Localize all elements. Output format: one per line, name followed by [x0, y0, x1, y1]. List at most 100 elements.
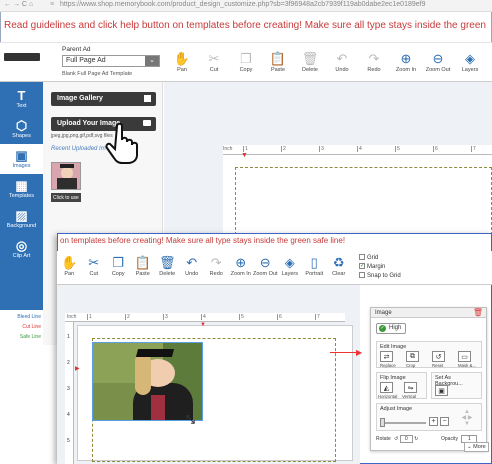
- url-text[interactable]: https://www.shop.memorybook.com/product_…: [60, 1, 426, 8]
- option-snap-to-grid[interactable]: Snap to Grid: [359, 272, 401, 281]
- fg-page-canvas[interactable]: ⤡: [77, 325, 353, 462]
- sidebar-item-label: Images: [12, 163, 31, 169]
- toolbar-label: Zoom Out: [425, 67, 451, 73]
- templates-icon: ▦: [15, 178, 28, 193]
- toolbar-label: Paste: [135, 271, 150, 277]
- toolbar-label: Cut: [209, 67, 219, 73]
- zoom-slider[interactable]: [380, 422, 426, 424]
- image-gallery-button[interactable]: Image Gallery: [51, 92, 156, 106]
- sidebar-item-text[interactable]: T Text: [0, 84, 43, 114]
- upload-icon: [143, 120, 151, 126]
- bg-zoom-in-button[interactable]: ⊕ Zoom In: [390, 51, 422, 73]
- ruler-tick: 2: [125, 314, 130, 320]
- option-margin[interactable]: ✓ Margin: [359, 263, 401, 272]
- fg-delete-button[interactable]: 🗑 Delete: [155, 255, 180, 277]
- fg-undo-button[interactable]: ↶ Undo: [180, 255, 205, 277]
- fg-paste-button[interactable]: 📋 Paste: [131, 255, 156, 277]
- fg-zoom-in-button[interactable]: ⊕ Zoom In: [229, 255, 254, 277]
- ruler-tick: 7: [471, 146, 476, 152]
- zoom-in-icon: ⊕: [400, 51, 412, 66]
- bg-delete-button[interactable]: 🗑 Delete: [294, 51, 326, 73]
- ruler-tick: 1: [87, 314, 92, 320]
- bg-zoom-out-button[interactable]: ⊖ Zoom Out: [422, 51, 454, 73]
- redo-icon: ↷: [368, 51, 380, 66]
- sidebar-item-images[interactable]: ▣ Images: [0, 144, 43, 174]
- check-icon: ✓: [379, 325, 386, 332]
- checkbox[interactable]: ✓: [359, 263, 365, 270]
- zoom-slider-handle[interactable]: [380, 418, 385, 427]
- pan-icon: ✋: [173, 51, 191, 66]
- more-button[interactable]: ⌄ More: [464, 442, 489, 452]
- option-label: Snap to Grid: [367, 273, 401, 279]
- fg-cut-button[interactable]: ✂ Cut: [82, 255, 107, 277]
- trash-icon[interactable]: 🗑: [473, 308, 483, 317]
- fg-layers-button[interactable]: ◈ Layers: [278, 255, 303, 277]
- flip-vertical-button[interactable]: ⇋: [404, 382, 417, 393]
- browser-url-bar[interactable]: ← → C ⌂ ≡ https://www.shop.memorybook.co…: [0, 0, 492, 12]
- bg-pan-button[interactable]: ✋ Pan: [166, 51, 198, 73]
- fg-canvas-area[interactable]: Inch 1 2 3 4 5 6 7 1 2 3 4 5 ⤡ ▼ ▶: [57, 285, 360, 464]
- edit-replace-button[interactable]: ⇄: [380, 351, 393, 362]
- toolbar-label: Portrait: [305, 271, 324, 277]
- checkbox[interactable]: [359, 254, 365, 261]
- sidebar-item-background[interactable]: ▨ Background: [0, 204, 43, 234]
- edit-crop-button[interactable]: ⧉: [406, 351, 419, 362]
- placed-photo[interactable]: [92, 342, 203, 421]
- bg-layers-button[interactable]: ◈ Layers: [454, 51, 486, 73]
- sidebar-item-shapes[interactable]: ⬡ Shapes: [0, 114, 43, 144]
- fg-top-ruler: Inch 1 2 3 4 5 6 7: [65, 313, 345, 322]
- bg-copy-button[interactable]: ❐ Copy: [230, 51, 262, 73]
- fg-pan-button[interactable]: ✋ Pan: [57, 255, 82, 277]
- flip-item-label: Horizontal: [378, 394, 398, 399]
- layers-icon: ◈: [284, 255, 295, 270]
- rotate-left-icon[interactable]: ↺: [394, 436, 398, 442]
- fg-portrait-button[interactable]: ▯ Portrait: [302, 255, 327, 277]
- shapes-icon: ⬡: [15, 118, 28, 133]
- ruler-tick: 4: [67, 412, 70, 418]
- recent-uploads-heading: Recent Uploaded Im: [51, 146, 106, 152]
- ruler-tick: 3: [67, 386, 70, 392]
- edit-image-section: Edit Image ⇄ Replace ⧉ Crop ↺ Reset ▭ Mask &...: [376, 341, 482, 368]
- undo-icon: ↶: [336, 51, 348, 66]
- option-grid[interactable]: Grid: [359, 254, 401, 263]
- fg-clear-button[interactable]: ♻ Clear: [327, 255, 352, 277]
- set-background-button[interactable]: ▣: [435, 385, 448, 396]
- sidebar-item-label: Shapes: [12, 133, 31, 139]
- resize-handle-icon[interactable]: ⤡: [186, 414, 195, 427]
- clear-icon: ♻: [332, 255, 345, 270]
- rotate-right-icon[interactable]: ↻: [414, 436, 418, 442]
- bg-paste-button[interactable]: 📋 Paste: [262, 51, 294, 73]
- fg-redo-button[interactable]: ↷ Redo: [204, 255, 229, 277]
- zoom-minus-button[interactable]: −: [440, 417, 449, 426]
- toolbar-label: Copy: [111, 271, 125, 277]
- checkbox[interactable]: [359, 272, 365, 279]
- rotate-input[interactable]: 0: [399, 435, 413, 443]
- bg-undo-button[interactable]: ↶ Undo: [326, 51, 358, 73]
- ruler-tick: 3: [163, 314, 168, 320]
- zoom-plus-button[interactable]: +: [429, 417, 438, 426]
- move-arrows-icon[interactable]: ▲ ◀ ▶ ▼: [457, 409, 477, 429]
- fg-zoom-out-button[interactable]: ⊖ Zoom Out: [253, 255, 278, 277]
- edit-mask-button[interactable]: ▭: [458, 351, 471, 362]
- ruler-tick: 5: [239, 314, 244, 320]
- template-select[interactable]: Full Page Ad ⌄: [62, 55, 160, 67]
- bg-cut-button[interactable]: ✂ Cut: [198, 51, 230, 73]
- fg-copy-button[interactable]: ❐ Copy: [106, 255, 131, 277]
- toolbar-label: Paste: [270, 67, 286, 73]
- flip-horizontal-button[interactable]: ◭: [380, 382, 393, 393]
- logo: [4, 53, 40, 61]
- quality-badge[interactable]: ✓ High: [376, 323, 406, 334]
- bg-redo-button[interactable]: ↷ Redo: [358, 51, 390, 73]
- browser-nav-icons[interactable]: ← → C ⌂: [4, 1, 33, 8]
- sidebar-item-clip-art[interactable]: ◎ Clip Art: [0, 234, 43, 264]
- edit-reset-button[interactable]: ↺: [432, 351, 445, 362]
- recent-image-thumbnail[interactable]: [51, 162, 81, 190]
- view-options: Grid ✓ Margin Snap to Grid: [359, 254, 401, 281]
- ruler-tick: 2: [67, 360, 70, 366]
- template-subtitle: Blank Full Page Ad Template: [62, 71, 133, 77]
- ruler-tick: 3: [319, 146, 324, 152]
- set-background-section: Set As Backgrou... ▣: [431, 372, 482, 399]
- ruler-tick: 5: [395, 146, 400, 152]
- sidebar-item-templates[interactable]: ▦ Templates: [0, 174, 43, 204]
- edit-item-label: Replace: [380, 363, 396, 368]
